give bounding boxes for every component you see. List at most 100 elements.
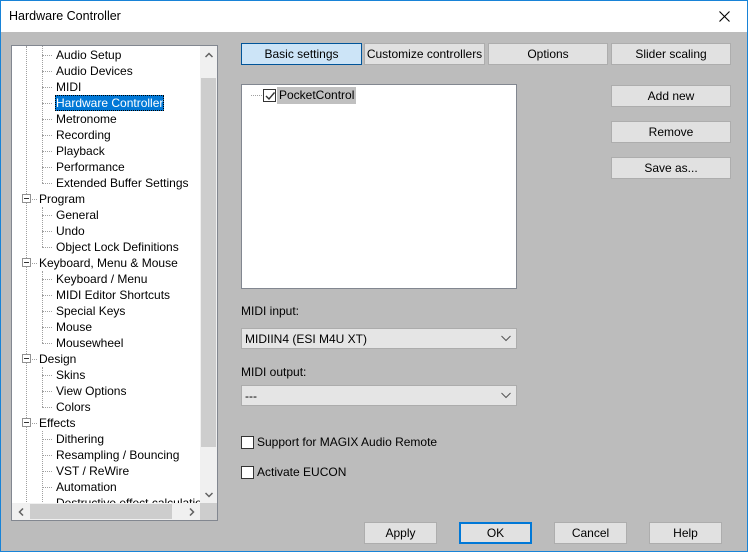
- tab-basic-settings[interactable]: Basic settings: [241, 43, 362, 65]
- tree-item[interactable]: Mousewheel: [55, 335, 124, 351]
- tree-item[interactable]: Object Lock Definitions: [55, 239, 180, 255]
- tree-item[interactable]: Undo: [55, 223, 86, 239]
- horizontal-scroll-thumb[interactable]: [30, 504, 172, 519]
- tree-connector: [42, 135, 52, 136]
- help-button[interactable]: Help: [649, 522, 722, 544]
- tab-options[interactable]: Options: [488, 43, 608, 65]
- eucon-label: Activate EUCON: [257, 465, 347, 479]
- chevron-down-icon: [501, 392, 511, 399]
- tree-connector: [42, 295, 52, 296]
- tree-item[interactable]: View Options: [55, 383, 127, 399]
- settings-tree[interactable]: Audio Setup Audio Devices MIDI Hardware Con…: [11, 45, 218, 521]
- tree-connector: [42, 407, 52, 408]
- ok-label: OK: [486, 526, 505, 540]
- tree-item[interactable]: Automation: [55, 479, 118, 495]
- add-new-label: Add new: [647, 89, 695, 103]
- tree-item[interactable]: Skins: [55, 367, 86, 383]
- tab-label: Basic settings: [264, 47, 339, 61]
- tab-label: Slider scaling: [635, 47, 707, 61]
- ok-button[interactable]: OK: [459, 522, 532, 544]
- tree-item[interactable]: Keyboard / Menu: [55, 271, 148, 287]
- add-new-button[interactable]: Add new: [611, 85, 731, 107]
- chevron-down-icon: [204, 491, 213, 498]
- tree-connector: [42, 471, 52, 472]
- magix-audio-remote-checkbox[interactable]: [241, 435, 254, 449]
- scroll-corner: [200, 503, 217, 520]
- tree-connector: [42, 487, 52, 488]
- tree-item[interactable]: Destructive effect calculation: [55, 495, 200, 503]
- tree-horizontal-scrollbar[interactable]: [12, 503, 200, 520]
- tree-item[interactable]: Resampling / Bouncing: [55, 447, 180, 463]
- eucon-option[interactable]: Activate EUCON: [241, 465, 346, 479]
- tree-connector: [42, 71, 52, 72]
- tab-slider-scaling[interactable]: Slider scaling: [611, 43, 731, 65]
- tree-item[interactable]: Recording: [55, 127, 112, 143]
- tree-item[interactable]: Colors: [55, 399, 92, 415]
- midi-input-label: MIDI input:: [241, 304, 300, 318]
- tree-branch-line: [42, 207, 43, 247]
- tab-label: Options: [527, 47, 569, 61]
- tree-connector: [42, 439, 52, 440]
- tree-connector: [42, 183, 52, 184]
- tree-connector: [42, 327, 52, 328]
- collapse-toggle-icon[interactable]: [22, 418, 31, 427]
- tree-item[interactable]: Effects: [38, 415, 76, 431]
- magix-audio-remote-label: Support for MAGIX Audio Remote: [257, 435, 438, 449]
- tree-branch-line: [42, 367, 43, 407]
- tree-connector: [32, 199, 37, 200]
- tree-connector: [32, 423, 37, 424]
- controller-item[interactable]: PocketControl: [251, 87, 357, 104]
- controller-enabled-checkbox[interactable]: [263, 89, 276, 102]
- tree-vertical-scrollbar[interactable]: [200, 46, 217, 503]
- tree-item[interactable]: General: [55, 207, 100, 223]
- scroll-up-button[interactable]: [200, 46, 217, 63]
- tree-branch-line: [42, 46, 43, 183]
- collapse-toggle-icon[interactable]: [22, 194, 31, 203]
- tree-connector: [42, 343, 52, 344]
- tree-item[interactable]: Extended Buffer Settings: [55, 175, 190, 191]
- tree-item[interactable]: Special Keys: [55, 303, 126, 319]
- collapse-toggle-icon[interactable]: [22, 354, 31, 363]
- tree-item[interactable]: Design: [38, 351, 77, 367]
- tree-item[interactable]: Mouse: [55, 319, 93, 335]
- magix-audio-remote-option[interactable]: Support for MAGIX Audio Remote: [241, 435, 437, 449]
- settings-tree-viewport: Audio Setup Audio Devices MIDI Hardware Con…: [12, 46, 200, 503]
- midi-output-select[interactable]: ---: [241, 385, 517, 406]
- tree-item[interactable]: MIDI: [55, 79, 82, 95]
- tree-connector: [42, 231, 52, 232]
- controller-list[interactable]: PocketControl: [241, 84, 517, 289]
- apply-button[interactable]: Apply: [364, 522, 437, 544]
- cancel-button[interactable]: Cancel: [554, 522, 627, 544]
- save-as-label: Save as...: [644, 161, 698, 175]
- scroll-right-button[interactable]: [183, 503, 200, 520]
- tree-item[interactable]: Dithering: [55, 431, 105, 447]
- tree-item[interactable]: Keyboard, Menu & Mouse: [38, 255, 179, 271]
- tree-item[interactable]: Program: [38, 191, 86, 207]
- tab-customize-controllers[interactable]: Customize controllers: [364, 43, 485, 65]
- chevron-left-icon: [17, 507, 24, 516]
- checkmark-icon: [265, 92, 275, 101]
- midi-input-select[interactable]: MIDIIN4 (ESI M4U XT): [241, 328, 517, 349]
- chevron-down-icon: [501, 335, 511, 342]
- tree-item[interactable]: Audio Setup: [55, 47, 122, 63]
- close-button[interactable]: [701, 1, 747, 32]
- scroll-down-button[interactable]: [200, 486, 217, 503]
- collapse-toggle-icon[interactable]: [22, 258, 31, 267]
- tree-item[interactable]: Metronome: [55, 111, 118, 127]
- save-as-button[interactable]: Save as...: [611, 157, 731, 179]
- remove-button[interactable]: Remove: [611, 121, 731, 143]
- tree-connector: [42, 279, 52, 280]
- tree-item[interactable]: Audio Devices: [55, 63, 134, 79]
- eucon-checkbox[interactable]: [241, 465, 254, 479]
- scroll-left-button[interactable]: [12, 503, 29, 520]
- tree-item[interactable]: Playback: [55, 143, 106, 159]
- tree-connector: [32, 359, 37, 360]
- vertical-scroll-thumb[interactable]: [201, 78, 216, 447]
- tree-item[interactable]: VST / ReWire: [55, 463, 130, 479]
- tree-connector: [251, 95, 262, 96]
- tree-item[interactable]: Performance: [55, 159, 126, 175]
- tree-item[interactable]: Hardware Controller: [55, 95, 165, 111]
- close-icon: [718, 11, 730, 22]
- tree-connector: [42, 455, 52, 456]
- tree-item[interactable]: MIDI Editor Shortcuts: [55, 287, 171, 303]
